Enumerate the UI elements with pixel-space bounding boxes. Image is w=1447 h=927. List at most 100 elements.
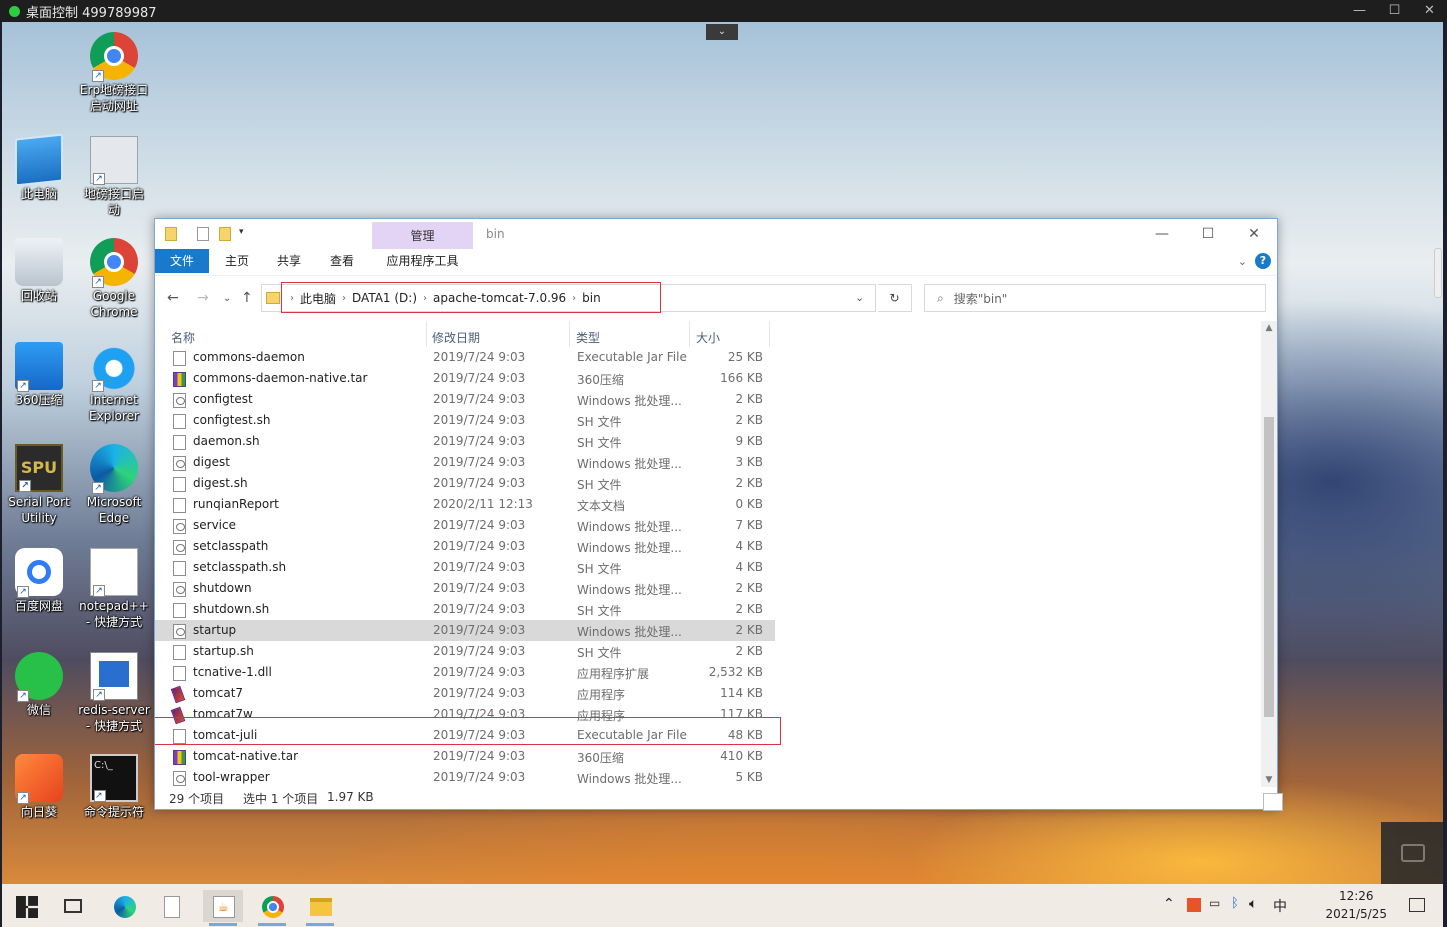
file-row[interactable]: shutdown.sh 2019/7/24 9:03 SH 文件 2 KB xyxy=(155,599,775,620)
file-row[interactable]: shutdown 2019/7/24 9:03 Windows 批处理... 2 KB xyxy=(155,578,775,599)
remote-dropdown-handle[interactable]: ⌄ xyxy=(706,24,738,40)
bluetooth-icon[interactable]: ᛒ xyxy=(1231,896,1239,911)
desktop-icon-baidu[interactable]: ↗ 百度网盘 xyxy=(2,548,78,614)
column-divider[interactable] xyxy=(689,321,690,347)
chevron-right-icon[interactable]: › xyxy=(290,293,294,304)
back-arrow-icon[interactable]: ← xyxy=(167,290,179,306)
start-button[interactable] xyxy=(6,890,46,922)
desktop-icon-wechat[interactable]: ↗ 微信 xyxy=(2,652,78,718)
file-row[interactable]: configtest.sh 2019/7/24 9:03 SH 文件 2 KB xyxy=(155,410,775,431)
file-row[interactable]: startup 2019/7/24 9:03 Windows 批处理... 2 KB xyxy=(155,620,775,641)
tab-file[interactable]: 文件 xyxy=(155,249,209,273)
file-row[interactable]: daemon.sh 2019/7/24 9:03 SH 文件 9 KB xyxy=(155,431,775,452)
side-scroll-indicator[interactable] xyxy=(1434,248,1442,298)
file-row[interactable]: commons-daemon 2019/7/24 9:03 Executable J… xyxy=(155,347,775,368)
remote-close-button[interactable]: ✕ xyxy=(1412,0,1447,22)
desktop-icon-google-chrome[interactable]: ↗ Google Chrome xyxy=(75,238,153,320)
taskbar-java[interactable]: ☕ xyxy=(203,890,243,926)
file-row[interactable]: configtest 2019/7/24 9:03 Windows 批处理... 2 … xyxy=(155,389,775,410)
file-row[interactable]: digest.sh 2019/7/24 9:03 SH 文件 2 KB xyxy=(155,473,775,494)
vertical-scrollbar[interactable]: ▲ ▼ xyxy=(1261,321,1277,787)
desktop-icon-ie[interactable]: ↗ Internet Explorer xyxy=(75,342,153,424)
sunlogin-tray-icon[interactable] xyxy=(1187,898,1201,912)
forward-arrow-icon[interactable]: → xyxy=(197,290,209,306)
chevron-up-icon[interactable]: ⌃ xyxy=(1163,896,1175,912)
network-icon[interactable]: ▭ xyxy=(1209,896,1220,910)
search-box[interactable]: ⌕ 搜索"bin" xyxy=(924,284,1266,312)
column-divider[interactable] xyxy=(569,321,570,347)
refresh-button[interactable]: ↻ xyxy=(878,284,912,312)
file-row[interactable]: digest 2019/7/24 9:03 Windows 批处理... 3 KB xyxy=(155,452,775,473)
column-date[interactable]: 修改日期 xyxy=(432,329,480,346)
desktop-icon-sunlogin[interactable]: ↗ 向日葵 xyxy=(2,754,78,820)
desktop-icon-serial-port[interactable]: SPU ↗ Serial Port Utility xyxy=(2,444,78,526)
manage-contextual-tab[interactable]: 管理 xyxy=(372,222,473,249)
file-row[interactable]: setclasspath.sh 2019/7/24 9:03 SH 文件 4 KB xyxy=(155,557,775,578)
minimize-button[interactable]: — xyxy=(1139,219,1185,249)
desktop-icon-edge[interactable]: ↗ Microsoft Edge xyxy=(75,444,153,526)
file-row[interactable]: tomcat-juli 2019/7/24 9:03 Executable Jar … xyxy=(155,725,775,746)
address-dropdown-icon[interactable]: ⌄ xyxy=(855,291,864,304)
desktop-icon-recycle-bin[interactable]: 回收站 xyxy=(2,238,78,304)
desktop-icon-scale-service[interactable]: ↗ 地磅接口启 动 xyxy=(75,136,153,218)
taskbar-chrome[interactable] xyxy=(252,890,292,926)
desktop-icon-redis[interactable]: ↗ redis-server - 快捷方式 xyxy=(75,652,153,734)
scrollbar-thumb[interactable] xyxy=(1264,417,1274,717)
tab-share[interactable]: 共享 xyxy=(269,249,309,273)
expand-ribbon-icon[interactable]: ⌄ xyxy=(1238,255,1247,268)
remote-side-widget[interactable] xyxy=(1381,822,1443,884)
up-arrow-icon[interactable]: ↑ xyxy=(241,290,253,306)
breadcrumb-tomcat[interactable]: apache-tomcat-7.0.96 xyxy=(433,291,566,305)
address-bar[interactable]: › 此电脑 › DATA1 (D:) › apache-tomcat-7.0.9… xyxy=(261,284,876,312)
column-type[interactable]: 类型 xyxy=(576,329,600,346)
remote-maximize-button[interactable]: ☐ xyxy=(1377,0,1412,22)
file-row[interactable]: tomcat7 2019/7/24 9:03 应用程序 114 KB xyxy=(155,683,775,704)
close-button[interactable]: ✕ xyxy=(1231,219,1277,249)
clock[interactable]: 12:26 2021/5/25 xyxy=(1325,887,1387,923)
desktop-icon-cmd[interactable]: C:\_ ↗ 命令提示符 xyxy=(75,754,153,820)
scroll-up-icon[interactable]: ▲ xyxy=(1261,323,1277,333)
file-row[interactable]: runqianReport 2020/2/11 12:13 文本文档 0 KB xyxy=(155,494,775,515)
properties-icon[interactable] xyxy=(197,227,209,241)
chevron-right-icon[interactable]: › xyxy=(572,293,576,304)
chevron-right-icon[interactable]: › xyxy=(342,293,346,304)
tab-view[interactable]: 查看 xyxy=(322,249,362,273)
desktop-icon-360zip[interactable]: ↗ 360压缩 xyxy=(2,342,78,408)
ime-indicator[interactable]: 中 xyxy=(1273,896,1287,916)
file-row[interactable]: commons-daemon-native.tar 2019/7/24 9:03 3… xyxy=(155,368,775,389)
file-row[interactable]: tcnative-1.dll 2019/7/24 9:03 应用程序扩展 2,532 … xyxy=(155,662,775,683)
maximize-button[interactable]: ☐ xyxy=(1185,219,1231,249)
breadcrumb-bin[interactable]: bin xyxy=(582,291,601,305)
column-divider[interactable] xyxy=(769,321,770,347)
file-row[interactable]: tomcat-native.tar 2019/7/24 9:03 360压缩 410 … xyxy=(155,746,775,767)
breadcrumb-this-pc[interactable]: 此电脑 xyxy=(300,290,336,307)
large-icons-view-icon[interactable] xyxy=(1263,793,1283,811)
scroll-down-icon[interactable]: ▼ xyxy=(1261,775,1277,785)
tab-application-tools[interactable]: 应用程序工具 xyxy=(372,249,473,273)
file-row[interactable]: setclasspath 2019/7/24 9:03 Windows 批处理...… xyxy=(155,536,775,557)
taskbar-file[interactable] xyxy=(154,890,194,922)
column-size[interactable]: 大小 xyxy=(696,329,720,346)
tab-home[interactable]: 主页 xyxy=(217,249,257,273)
help-icon[interactable]: ? xyxy=(1255,253,1271,269)
remote-minimize-button[interactable]: — xyxy=(1342,0,1377,22)
file-row[interactable]: tomcat7w 2019/7/24 9:03 应用程序 117 KB xyxy=(155,704,775,725)
volume-icon[interactable]: 🔈︎ xyxy=(1249,896,1257,912)
recent-locations-icon[interactable]: ⌄ xyxy=(223,293,231,304)
file-row[interactable]: tool-wrapper 2019/7/24 9:03 Windows 批处理...… xyxy=(155,767,775,787)
chevron-right-icon[interactable]: › xyxy=(423,293,427,304)
taskbar-edge[interactable] xyxy=(104,890,144,922)
file-row[interactable]: startup.sh 2019/7/24 9:03 SH 文件 2 KB xyxy=(155,641,775,662)
taskbar-file-explorer[interactable] xyxy=(300,890,340,926)
breadcrumb-drive[interactable]: DATA1 (D:) xyxy=(352,291,417,305)
file-row[interactable]: service 2019/7/24 9:03 Windows 批处理... 7 KB xyxy=(155,515,775,536)
column-divider[interactable] xyxy=(426,321,427,347)
new-folder-icon[interactable] xyxy=(219,227,231,241)
customize-toolbar-icon[interactable]: ▾ xyxy=(239,227,251,241)
folder-icon[interactable] xyxy=(165,227,177,241)
desktop-icon-erp[interactable]: ↗ Erp地磅接口 启动网址 xyxy=(75,32,153,114)
task-view-button[interactable] xyxy=(54,890,94,922)
desktop-icon-notepad[interactable]: ↗ notepad++ - 快捷方式 xyxy=(75,548,153,630)
column-name[interactable]: 名称 xyxy=(171,329,195,346)
desktop-icon-this-pc[interactable]: 此电脑 xyxy=(2,133,78,202)
